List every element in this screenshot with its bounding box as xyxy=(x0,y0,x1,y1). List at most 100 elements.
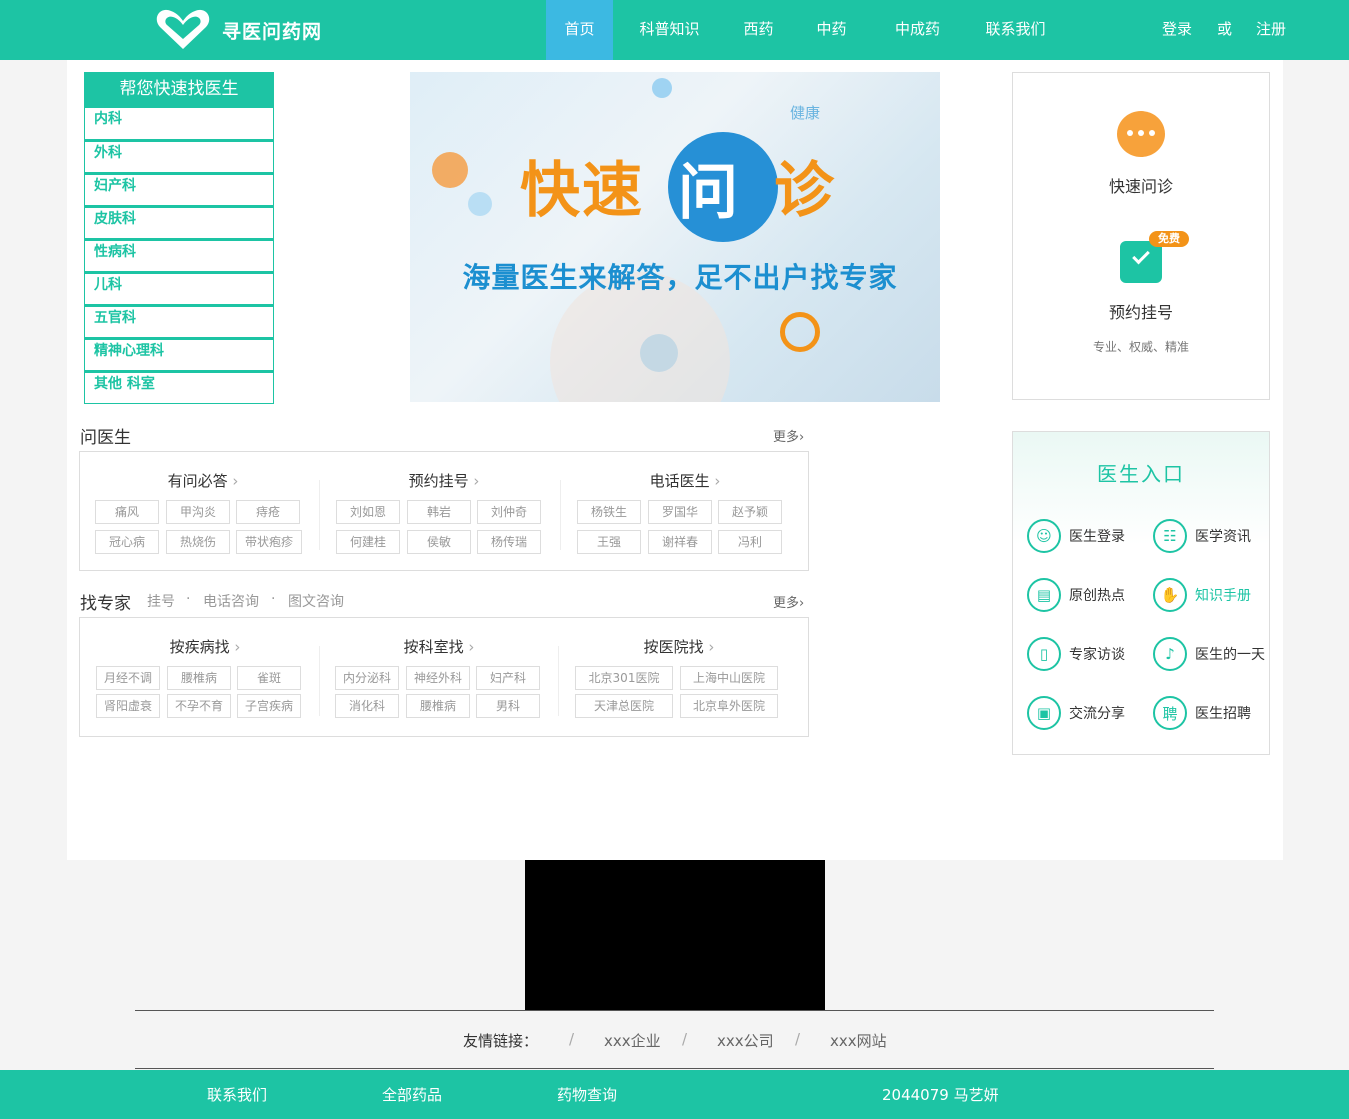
ask-chip[interactable]: 杨传瑞 xyxy=(477,530,541,554)
expert-chip[interactable]: 消化科 xyxy=(335,694,399,718)
expert-column-title-hospital[interactable]: 按医院找 › xyxy=(564,636,794,657)
footer-contact-link[interactable]: 联系我们 xyxy=(207,1084,267,1105)
ask-chip[interactable]: 痔疮 xyxy=(236,500,300,524)
chevron-right-icon: › xyxy=(708,638,715,656)
dept-obstetrics[interactable]: 妇产科 xyxy=(84,173,274,206)
expert-chip[interactable]: 肾阳虚衰 xyxy=(96,694,160,718)
dept-venereology[interactable]: 性病科 xyxy=(84,239,274,272)
article-icon: ▤ xyxy=(1027,578,1061,612)
entry-share[interactable]: ▣ 交流分享 xyxy=(1027,695,1125,731)
ask-chip[interactable]: 带状疱疹 xyxy=(236,530,302,554)
expert-chip[interactable]: 不孕不育 xyxy=(167,694,231,718)
expert-column-title-disease[interactable]: 按疾病找 › xyxy=(90,636,320,657)
separator-dot: · xyxy=(271,591,276,607)
tab-phone-consult[interactable]: 电话咨询 xyxy=(203,591,259,611)
stethoscope-icon xyxy=(780,312,820,352)
entry-knowledge-manual[interactable]: ✋ 知识手册 xyxy=(1153,577,1251,613)
find-expert-title: 找专家 xyxy=(80,594,131,614)
ask-doctor-more-link[interactable]: 更多› xyxy=(773,426,804,445)
dept-dermatology[interactable]: 皮肤科 xyxy=(84,206,274,239)
expert-chip[interactable]: 妇产科 xyxy=(476,666,540,690)
entry-medical-news[interactable]: ☷ 医学资讯 xyxy=(1153,518,1251,554)
expert-chip[interactable]: 上海中山医院 xyxy=(680,666,778,690)
dept-other[interactable]: 其他 科室 xyxy=(84,371,274,404)
dept-surgery[interactable]: 外科 xyxy=(84,140,274,173)
expert-chip[interactable]: 子宫疾病 xyxy=(237,694,301,718)
chevron-right-icon: › xyxy=(799,430,805,445)
expert-chip[interactable]: 雀斑 xyxy=(237,666,301,690)
expert-chip[interactable]: 北京阜外医院 xyxy=(680,694,778,718)
entry-expert-interview[interactable]: ▯ 专家访谈 xyxy=(1027,636,1125,672)
footer-all-drugs-link[interactable]: 全部药品 xyxy=(382,1084,442,1105)
expert-chip[interactable]: 腰椎病 xyxy=(406,694,470,718)
expert-chip[interactable]: 月经不调 xyxy=(96,666,160,690)
register-link[interactable]: 注册 xyxy=(1256,0,1286,60)
entry-doctor-day[interactable]: ♪ 医生的一天 xyxy=(1153,636,1265,672)
quick-booking-subtitle: 专业、权威、精准 xyxy=(1092,340,1189,354)
nav-home[interactable]: 首页 xyxy=(546,0,613,60)
ask-chip[interactable]: 刘如恩 xyxy=(336,500,400,524)
ask-chip[interactable]: 热烧伤 xyxy=(166,530,230,554)
banner-image[interactable]: 健康 快速 问 诊 海量医生来解答，足不出户找专家 xyxy=(410,72,940,402)
quick-consult-label[interactable]: 快速问诊 xyxy=(1013,173,1269,197)
ask-chip[interactable]: 刘仲奇 xyxy=(477,500,541,524)
friend-link[interactable]: xxx企业 xyxy=(604,1030,661,1051)
ask-chip[interactable]: 冠心病 xyxy=(95,530,159,554)
nav-chinese-medicine[interactable]: 中药 xyxy=(791,0,872,60)
dept-ent[interactable]: 五官科 xyxy=(84,305,274,338)
entry-doctor-login[interactable]: ☺ 医生登录 xyxy=(1027,518,1125,554)
quick-booking-label[interactable]: 预约挂号 xyxy=(1013,299,1269,323)
footer-drug-search-link[interactable]: 药物查询 xyxy=(557,1084,617,1105)
nav-western-medicine[interactable]: 西药 xyxy=(726,0,791,60)
link-separator: / xyxy=(795,1030,801,1048)
ask-column-title-phone[interactable]: 电话医生 › xyxy=(570,470,800,491)
find-expert-more-link[interactable]: 更多› xyxy=(773,592,804,611)
login-link[interactable]: 登录 xyxy=(1162,0,1192,60)
nav-patent-medicine[interactable]: 中成药 xyxy=(872,0,963,60)
ask-chip[interactable]: 侯敏 xyxy=(407,530,471,554)
calendar-check-icon[interactable] xyxy=(1120,241,1162,283)
recruit-icon: 聘 xyxy=(1153,696,1187,730)
expert-chip[interactable]: 神经外科 xyxy=(406,666,470,690)
tab-register[interactable]: 挂号 xyxy=(147,591,175,611)
footer-credit: 2044079 马艺妍 xyxy=(882,1086,999,1104)
heart-logo-icon xyxy=(156,9,210,49)
video-placeholder[interactable] xyxy=(525,860,825,1010)
friend-link[interactable]: xxx网站 xyxy=(830,1030,887,1051)
entry-recruit[interactable]: 聘 医生招聘 xyxy=(1153,695,1251,731)
expert-chip[interactable]: 内分泌科 xyxy=(335,666,399,690)
ask-chip[interactable]: 冯利 xyxy=(718,530,782,554)
chevron-right-icon: › xyxy=(232,472,239,490)
ask-chip[interactable]: 罗国华 xyxy=(648,500,712,524)
dept-internal[interactable]: 内科 xyxy=(84,107,274,140)
ask-chip[interactable]: 痛风 xyxy=(95,500,159,524)
chat-bubble-icon[interactable] xyxy=(1117,111,1165,157)
site-logo[interactable]: 寻医问药网 xyxy=(154,7,354,53)
expert-chip[interactable]: 北京301医院 xyxy=(575,666,673,690)
ask-column-title-qa[interactable]: 有问必答 › xyxy=(88,470,318,491)
expert-chip[interactable]: 男科 xyxy=(476,694,540,718)
nav-science[interactable]: 科普知识 xyxy=(613,0,726,60)
expert-chip[interactable]: 天津总医院 xyxy=(575,694,673,718)
tab-text-consult[interactable]: 图文咨询 xyxy=(288,591,344,611)
dept-pediatrics[interactable]: 儿科 xyxy=(84,272,274,305)
ask-doctor-title: 问医生 xyxy=(80,428,131,448)
ask-chip[interactable]: 杨铁生 xyxy=(577,500,641,524)
quick-service-panel: 快速问诊 免费 预约挂号 专业、权威、精准 xyxy=(1012,72,1270,400)
nav-contact[interactable]: 联系我们 xyxy=(963,0,1068,60)
ask-chip[interactable]: 谢祥春 xyxy=(648,530,712,554)
entry-original-hot[interactable]: ▤ 原创热点 xyxy=(1027,577,1125,613)
ask-column-title-booking[interactable]: 预约挂号 › xyxy=(329,470,559,491)
ask-chip[interactable]: 甲沟炎 xyxy=(166,500,230,524)
ask-chip[interactable]: 韩岩 xyxy=(407,500,471,524)
ask-chip[interactable]: 何建桂 xyxy=(336,530,400,554)
friend-link[interactable]: xxx公司 xyxy=(717,1030,774,1051)
ask-chip[interactable]: 赵予颖 xyxy=(718,500,782,524)
chevron-right-icon: › xyxy=(234,638,241,656)
footer-bar: 联系我们 全部药品 药物查询 2044079 马艺妍 xyxy=(0,1070,1349,1119)
dept-psychiatry[interactable]: 精神心理科 xyxy=(84,338,274,371)
expert-chip[interactable]: 腰椎病 xyxy=(167,666,231,690)
heart-badge-icon xyxy=(432,152,468,188)
ask-chip[interactable]: 王强 xyxy=(577,530,641,554)
expert-column-title-department[interactable]: 按科室找 › xyxy=(324,636,554,657)
